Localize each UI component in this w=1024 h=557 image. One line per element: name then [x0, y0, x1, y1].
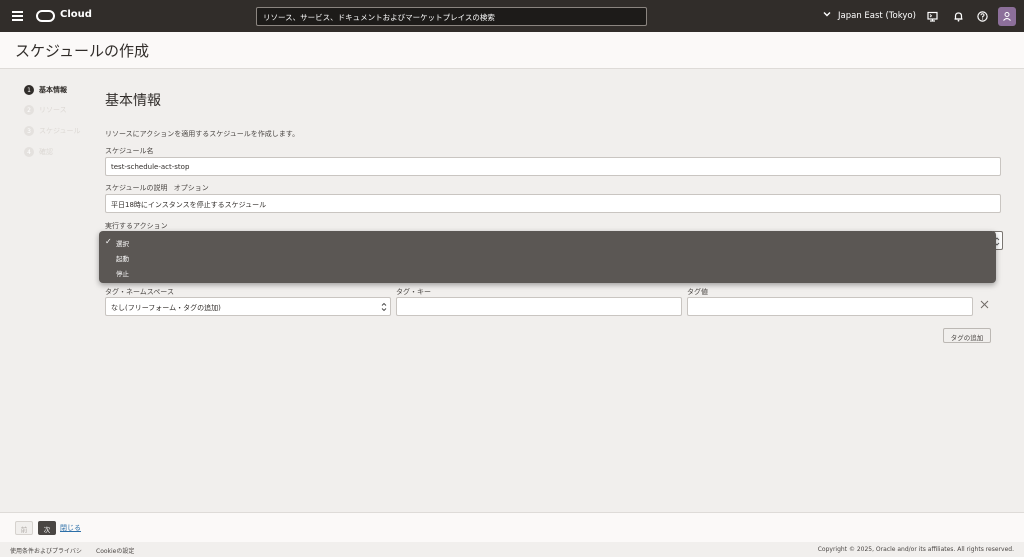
terms-link[interactable]: 使用条件およびプライバシ [10, 546, 82, 555]
search-input[interactable]: リソース、サービス、ドキュメントおよびマーケットプレイスの検索 [256, 7, 647, 26]
step-label: 確認 [39, 148, 53, 156]
option-label: 選択 [116, 240, 129, 248]
form-description: リソースにアクションを適用するスケジュールを作成します。 [105, 130, 300, 138]
legal-footer: 使用条件およびプライバシ Cookieの設定 Copyright © 2025,… [0, 542, 1024, 557]
tag-key-label: タグ・キー [396, 288, 431, 296]
region-selector[interactable]: Japan East (Tokyo) [838, 11, 916, 21]
schedule-description-label: スケジュールの説明 オプション [105, 183, 209, 193]
step-number: 1 [24, 85, 34, 95]
next-button[interactable]: 次 [38, 521, 56, 535]
page-title: スケジュールの作成 [15, 42, 149, 60]
step-label: リソース [39, 106, 67, 114]
tag-namespace-value: なし(フリーフォーム・タグの追加) [111, 304, 221, 312]
step-schedule: 3 スケジュール [24, 126, 81, 136]
cloud-shell-icon[interactable] [927, 11, 938, 22]
oracle-logo-icon[interactable] [36, 10, 55, 22]
section-title: 基本情報 [105, 93, 161, 109]
tag-namespace-label: タグ・ネームスペース [105, 288, 174, 296]
action-label: 実行するアクション [105, 222, 168, 230]
dropdown-option-stop[interactable]: 停止 [116, 268, 129, 278]
top-navigation-bar: Cloud リソース、サービス、ドキュメントおよびマーケットプレイスの検索 Ja… [0, 0, 1024, 32]
select-arrows-icon [381, 302, 387, 312]
bell-icon[interactable] [953, 11, 964, 22]
remove-tag-icon[interactable] [980, 300, 989, 309]
help-icon[interactable] [977, 11, 988, 22]
step-number: 4 [24, 147, 34, 157]
close-link[interactable]: 閉じる [60, 523, 81, 533]
description-label-text: スケジュールの説明 [105, 184, 168, 192]
cookie-settings-link[interactable]: Cookieの設定 [96, 546, 134, 555]
tag-value-input[interactable] [687, 297, 973, 316]
wizard-footer: 前 次 閉じる [0, 512, 1024, 542]
step-number: 2 [24, 105, 34, 115]
tag-namespace-select[interactable]: なし(フリーフォーム・タグの追加) [105, 297, 391, 316]
check-icon: ✓ [105, 237, 112, 246]
step-resources: 2 リソース [24, 105, 67, 115]
action-dropdown-menu: ✓ 選択 起動 停止 [99, 231, 996, 283]
schedule-name-input[interactable]: test-schedule-act-stop [105, 157, 1001, 176]
user-icon [1003, 12, 1011, 21]
dropdown-option-select[interactable]: ✓ 選択 [105, 237, 129, 248]
step-review: 4 確認 [24, 147, 53, 157]
add-tag-button[interactable]: タグの追加 [943, 328, 991, 343]
copyright-text: Copyright © 2025, Oracle and/or its affi… [817, 546, 1014, 553]
step-label: スケジュール [39, 127, 81, 135]
schedule-name-label: スケジュール名 [105, 147, 154, 155]
tag-key-input[interactable] [396, 297, 682, 316]
menu-icon[interactable] [12, 11, 23, 21]
chevron-down-icon[interactable] [823, 10, 831, 18]
step-basic-info[interactable]: 1 基本情報 [24, 85, 67, 95]
tag-value-label: タグ値 [687, 288, 708, 296]
step-number: 3 [24, 126, 34, 136]
dropdown-option-start[interactable]: 起動 [116, 253, 129, 263]
optional-tag: オプション [173, 184, 209, 192]
brand-name[interactable]: Cloud [60, 9, 92, 20]
page-header: スケジュールの作成 [0, 32, 1024, 69]
schedule-description-input[interactable]: 平日18時にインスタンスを停止するスケジュール [105, 194, 1001, 213]
step-label: 基本情報 [39, 86, 67, 94]
previous-button[interactable]: 前 [15, 521, 33, 535]
user-avatar[interactable] [998, 7, 1016, 26]
